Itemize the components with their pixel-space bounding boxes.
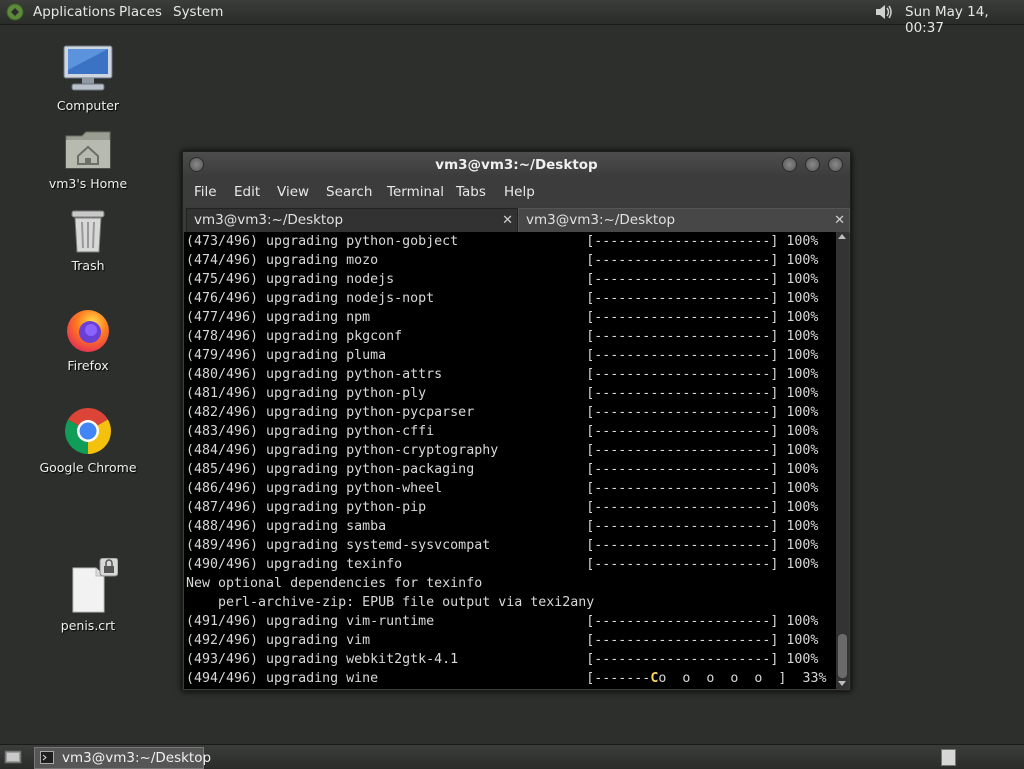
firefox-icon bbox=[67, 310, 109, 352]
scroll-up-arrow-icon[interactable] bbox=[838, 234, 846, 239]
terminal-line: (475/496) upgrading nodejs [------------… bbox=[186, 272, 819, 287]
tab-1[interactable]: vm3@vm3:~/Desktop ✕ bbox=[186, 208, 518, 233]
trash-label: Trash bbox=[71, 258, 105, 273]
terminal-line: (483/496) upgrading python-cffi [-------… bbox=[186, 424, 819, 439]
desktop-icon-home[interactable]: vm3's Home bbox=[38, 128, 138, 191]
file-icon bbox=[72, 557, 119, 613]
top-panel: Applications Places System Sun May 14, 0… bbox=[0, 0, 1024, 36]
tab-2[interactable]: vm3@vm3:~/Desktop ✕ bbox=[518, 208, 850, 233]
chrome-icon bbox=[65, 408, 111, 454]
maximize-icon[interactable] bbox=[805, 157, 820, 172]
terminal-line: (482/496) upgrading python-pycparser [--… bbox=[186, 405, 819, 420]
menu-edit[interactable]: Edit bbox=[234, 184, 260, 200]
terminal-line: (480/496) upgrading python-attrs [------… bbox=[186, 367, 819, 382]
terminal-line: (476/496) upgrading nodejs-nopt [-------… bbox=[186, 291, 819, 306]
terminal-menubar: File Edit View Search Terminal Tabs Help bbox=[183, 178, 850, 206]
terminal-line: (474/496) upgrading mozo [--------------… bbox=[186, 253, 819, 268]
desktop-icon-trash[interactable]: Trash bbox=[38, 208, 138, 273]
tab-bar: vm3@vm3:~/Desktop ✕ vm3@vm3:~/Desktop ✕ bbox=[183, 206, 850, 233]
desktop-icon-chrome[interactable]: Google Chrome bbox=[38, 406, 138, 475]
terminal-line: (484/496) upgrading python-cryptography … bbox=[186, 443, 819, 458]
progress-line-prefix: (494/496) upgrading wine [------- bbox=[186, 671, 651, 686]
terminal-line: (485/496) upgrading python-packaging [--… bbox=[186, 462, 819, 477]
terminal-line: (488/496) upgrading samba [-------------… bbox=[186, 519, 819, 534]
terminal-line: New optional dependencies for texinfo bbox=[186, 576, 483, 591]
desktop-icon-firefox[interactable]: Firefox bbox=[38, 306, 138, 373]
desktop-icon-cert-file[interactable]: penis.crt bbox=[38, 557, 138, 633]
tab-2-close-icon[interactable]: ✕ bbox=[834, 209, 845, 232]
system-menu[interactable]: System bbox=[173, 4, 223, 20]
tab-1-close-icon[interactable]: ✕ bbox=[502, 209, 513, 232]
home-label: vm3's Home bbox=[48, 176, 128, 191]
close-icon[interactable] bbox=[828, 157, 843, 172]
places-menu[interactable]: Places bbox=[119, 4, 162, 20]
minimize-icon[interactable] bbox=[782, 157, 797, 172]
scrollbar-thumb[interactable] bbox=[838, 634, 847, 678]
cert-file-label: penis.crt bbox=[60, 618, 116, 633]
home-folder-icon bbox=[65, 131, 111, 169]
menu-tabs[interactable]: Tabs bbox=[456, 184, 486, 200]
firefox-label: Firefox bbox=[67, 358, 109, 373]
terminal-line-progress: (494/496) upgrading wine [-------Co o o … bbox=[186, 669, 826, 688]
computer-icon bbox=[63, 45, 113, 91]
window-menu-icon[interactable] bbox=[189, 157, 204, 172]
taskbar-window-label: vm3@vm3:~/Desktop bbox=[62, 750, 212, 766]
terminal-line: (477/496) upgrading npm [---------------… bbox=[186, 310, 819, 325]
terminal-line: (473/496) upgrading python-gobject [----… bbox=[186, 234, 819, 249]
terminal-line: (481/496) upgrading python-ply [--------… bbox=[186, 386, 819, 401]
terminal-line: (492/496) upgrading vim [---------------… bbox=[186, 633, 819, 648]
computer-label: Computer bbox=[56, 98, 120, 113]
applications-menu[interactable]: Applications bbox=[33, 4, 115, 20]
terminal-line: (486/496) upgrading python-wheel [------… bbox=[186, 481, 819, 496]
chrome-label: Google Chrome bbox=[39, 460, 137, 475]
show-desktop-icon[interactable] bbox=[4, 748, 22, 766]
trash-icon bbox=[71, 210, 105, 253]
menu-view[interactable]: View bbox=[277, 184, 309, 200]
window-title: vm3@vm3:~/Desktop bbox=[435, 157, 598, 173]
menu-help[interactable]: Help bbox=[504, 184, 535, 200]
workspace-switcher[interactable] bbox=[941, 749, 956, 766]
menu-terminal[interactable]: Terminal bbox=[387, 184, 444, 200]
terminal-line: (489/496) upgrading systemd-sysvcompat [… bbox=[186, 538, 819, 553]
terminal-line: (487/496) upgrading python-pip [--------… bbox=[186, 500, 819, 515]
terminal-output[interactable]: (473/496) upgrading python-gobject [----… bbox=[184, 232, 836, 689]
clock[interactable]: Sun May 14, 00:37 bbox=[905, 4, 1024, 36]
menu-file[interactable]: File bbox=[194, 184, 217, 200]
bottom-panel: vm3@vm3:~/Desktop bbox=[0, 744, 1024, 769]
terminal-line: (490/496) upgrading texinfo [-----------… bbox=[186, 557, 819, 572]
terminal-line: (493/496) upgrading webkit2gtk-4.1 [----… bbox=[186, 652, 819, 667]
menu-search[interactable]: Search bbox=[326, 184, 372, 200]
tab-1-label: vm3@vm3:~/Desktop bbox=[194, 212, 344, 228]
terminal-line: (478/496) upgrading pkgconf [-----------… bbox=[186, 329, 819, 344]
taskbar-window-button[interactable]: vm3@vm3:~/Desktop bbox=[34, 747, 211, 769]
scroll-down-arrow-icon[interactable] bbox=[838, 681, 846, 686]
window-titlebar[interactable]: vm3@vm3:~/Desktop bbox=[183, 152, 850, 178]
terminal-line: (479/496) upgrading pluma [-------------… bbox=[186, 348, 819, 363]
mate-logo-icon[interactable] bbox=[6, 3, 24, 21]
desktop-icon-computer[interactable]: Computer bbox=[38, 44, 138, 113]
terminal-window: vm3@vm3:~/Desktop File Edit View Search … bbox=[182, 151, 851, 691]
terminal-icon bbox=[40, 751, 54, 764]
terminal-line: (491/496) upgrading vim-runtime [-------… bbox=[186, 614, 819, 629]
volume-icon[interactable] bbox=[874, 3, 894, 21]
progress-line-suffix: o o o o o ] 33% bbox=[658, 671, 827, 686]
tab-2-label: vm3@vm3:~/Desktop bbox=[526, 212, 676, 228]
terminal-line: perl-archive-zip: EPUB file output via t… bbox=[186, 595, 595, 610]
terminal-scrollbar[interactable] bbox=[836, 232, 849, 689]
